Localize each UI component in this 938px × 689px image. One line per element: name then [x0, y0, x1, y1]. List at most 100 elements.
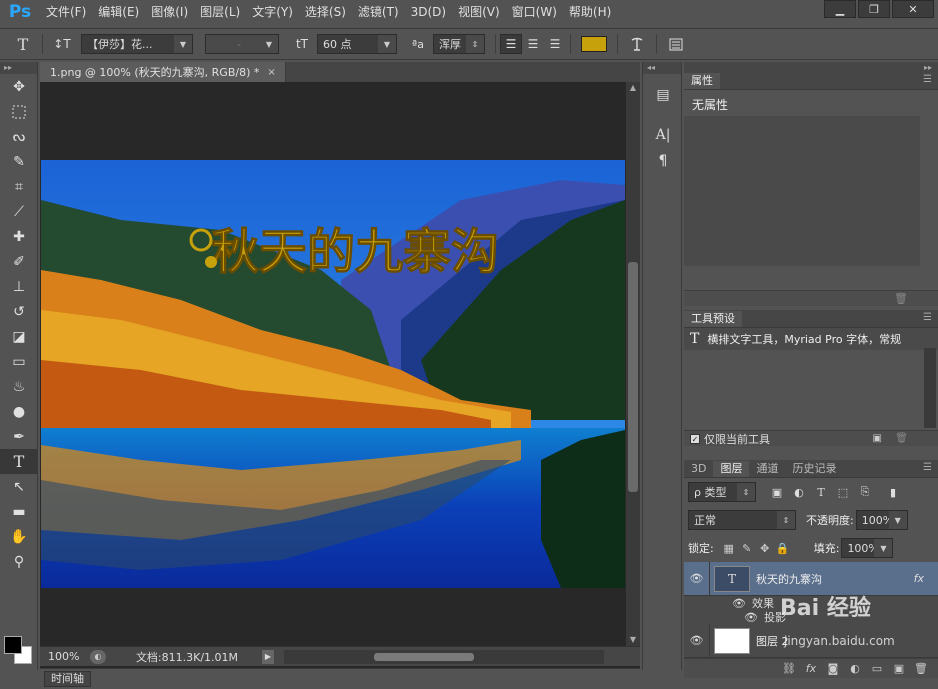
tab-layers[interactable]: 图层 [713, 461, 750, 477]
healing-brush-tool-icon[interactable]: ✚ [0, 224, 38, 249]
tab-3d[interactable]: 3D [684, 461, 713, 477]
hand-tool-icon[interactable]: ✋ [0, 524, 38, 549]
align-right-button[interactable]: ☰ [544, 34, 566, 54]
filter-adjustment-icon[interactable]: ◐ [788, 482, 810, 502]
paragraph-icon[interactable]: ¶ [643, 148, 683, 174]
filter-type-icon[interactable]: T [810, 482, 832, 502]
scrollbar-thumb[interactable] [628, 262, 638, 492]
marquee-tool-icon[interactable] [0, 99, 38, 124]
link-icon[interactable]: ⛓ [778, 661, 800, 677]
menu-help[interactable]: 帮助(H) [563, 0, 617, 24]
align-left-button[interactable]: ☰ [500, 34, 522, 54]
panel-collapse-icon[interactable]: ▸▸ [0, 62, 37, 74]
adjustment-layer-icon[interactable]: ◐ [844, 661, 866, 677]
minimize-button[interactable]: ▁ [824, 0, 856, 18]
add-style-icon[interactable]: fx [800, 661, 822, 677]
lock-pixels-icon[interactable]: ✎ [738, 539, 756, 557]
restore-button[interactable]: ❐ [858, 0, 890, 18]
font-family-select[interactable]: 【伊莎】花... ▼ [81, 34, 193, 54]
tool-presets-icon[interactable]: ▤ [643, 82, 683, 108]
trash-icon[interactable]: 🗑 [894, 292, 908, 305]
tab-properties[interactable]: 属性 [684, 73, 720, 89]
panel-menu-icon[interactable]: ☰ [923, 462, 932, 473]
foreground-color-swatch[interactable] [4, 636, 22, 654]
toggle-orientation-icon[interactable]: ↕T [47, 32, 77, 56]
align-center-button[interactable]: ☰ [522, 34, 544, 54]
opacity-input[interactable]: 100% ▼ [855, 510, 908, 530]
status-menu-icon[interactable]: ▶ [262, 649, 274, 664]
close-button[interactable]: ✕ [892, 0, 934, 18]
eraser-tool-icon[interactable]: ◪ [0, 324, 38, 349]
filter-toggle-icon[interactable]: ▮ [882, 482, 904, 502]
pen-tool-icon[interactable]: ✒ [0, 424, 38, 449]
tab-tool-presets[interactable]: 工具预设 [684, 311, 742, 327]
current-tool-only-checkbox[interactable]: ✓ [690, 433, 700, 444]
proof-icon[interactable]: ◐ [90, 649, 106, 664]
menu-window[interactable]: 窗口(W) [506, 0, 563, 24]
scroll-down-icon[interactable]: ▼ [626, 634, 640, 646]
panel-menu-icon[interactable]: ☰ [923, 312, 932, 323]
filter-kind-select[interactable]: ρ 类型 ⇕ [688, 482, 756, 502]
lock-position-icon[interactable]: ✥ [756, 539, 774, 557]
vertical-scrollbar[interactable]: ▲ ▼ [626, 82, 640, 646]
new-preset-icon[interactable]: ▣ [873, 433, 882, 444]
font-size-select[interactable]: 60 点 ▼ [317, 34, 397, 54]
visibility-eye-icon[interactable]: 👁 [684, 623, 710, 658]
antialias-select[interactable]: 浑厚 ⇕ [433, 34, 485, 54]
tab-channels[interactable]: 通道 [749, 461, 785, 477]
lasso-tool-icon[interactable]: ᔓ [0, 124, 38, 149]
list-item[interactable]: T 横排文字工具，Myriad Pro 字体，常规 [684, 328, 938, 350]
blur-tool-icon[interactable]: ♨ [0, 374, 38, 399]
tab-timeline[interactable]: 时间轴 [44, 671, 91, 687]
filter-pixel-icon[interactable]: ▣ [766, 482, 788, 502]
character-icon[interactable]: A| [643, 122, 683, 148]
menu-edit[interactable]: 编辑(E) [92, 0, 145, 24]
close-tab-icon[interactable]: × [267, 67, 275, 78]
scroll-up-icon[interactable]: ▲ [626, 82, 640, 94]
quick-selection-tool-icon[interactable]: ✎ [0, 149, 38, 174]
menu-image[interactable]: 图像(I) [145, 0, 194, 24]
filter-smart-object-icon[interactable]: ⎘ [854, 482, 876, 502]
blend-mode-select[interactable]: 正常 ⇕ [688, 510, 796, 530]
filter-shape-icon[interactable]: ⬚ [832, 482, 854, 502]
horizontal-scrollbar[interactable] [284, 649, 604, 664]
type-tool-preset-icon[interactable]: T [8, 32, 38, 56]
panel-collapse-icon[interactable]: ▸▸ [684, 62, 938, 72]
panel-collapse-icon[interactable]: ◂◂ [643, 62, 681, 74]
visibility-eye-icon[interactable]: 👁 [684, 562, 710, 596]
eyedropper-tool-icon[interactable]: ⟋ [0, 199, 38, 224]
lock-all-icon[interactable]: 🔒 [774, 539, 792, 557]
lock-transparency-icon[interactable]: ▦ [720, 539, 738, 557]
eye-icon[interactable]: 👁 [744, 611, 758, 624]
menu-file[interactable]: 文件(F) [40, 0, 92, 24]
path-selection-tool-icon[interactable]: ↖ [0, 474, 38, 499]
history-brush-tool-icon[interactable]: ↺ [0, 299, 38, 324]
eye-icon[interactable]: 👁 [732, 597, 746, 610]
trash-icon[interactable]: 🗑 [895, 433, 908, 444]
menu-type[interactable]: 文字(Y) [246, 0, 299, 24]
tab-history[interactable]: 历史记录 [785, 461, 843, 477]
menu-view[interactable]: 视图(V) [452, 0, 506, 24]
menu-filter[interactable]: 滤镜(T) [352, 0, 405, 24]
zoom-level[interactable]: 100% [40, 650, 84, 663]
layer-name[interactable]: 秋天的九寨沟 [756, 571, 914, 587]
dodge-tool-icon[interactable]: ● [0, 399, 38, 424]
crop-tool-icon[interactable]: ⌗ [0, 174, 38, 199]
panel-menu-icon[interactable]: ☰ [923, 74, 932, 85]
scrollbar-thumb[interactable] [374, 652, 474, 661]
image-canvas[interactable]: 秋天的九寨沟 [41, 160, 625, 588]
effects-icon[interactable]: fx [914, 572, 924, 585]
fill-input[interactable]: 100% ▼ [841, 538, 894, 558]
clone-stamp-tool-icon[interactable]: ⊥ [0, 274, 38, 299]
brush-tool-icon[interactable]: ✐ [0, 249, 38, 274]
text-color-swatch[interactable] [581, 36, 607, 52]
move-tool-icon[interactable]: ✥ [0, 74, 38, 99]
type-tool-icon[interactable]: T [0, 449, 38, 474]
zoom-tool-icon[interactable]: ⚲ [0, 549, 38, 574]
menu-3d[interactable]: 3D(D) [405, 0, 452, 24]
menu-layer[interactable]: 图层(L) [194, 0, 246, 24]
menu-select[interactable]: 选择(S) [299, 0, 352, 24]
rectangle-tool-icon[interactable]: ▬ [0, 499, 38, 524]
warp-text-icon[interactable] [622, 32, 652, 56]
add-mask-icon[interactable]: ◙ [822, 661, 844, 677]
